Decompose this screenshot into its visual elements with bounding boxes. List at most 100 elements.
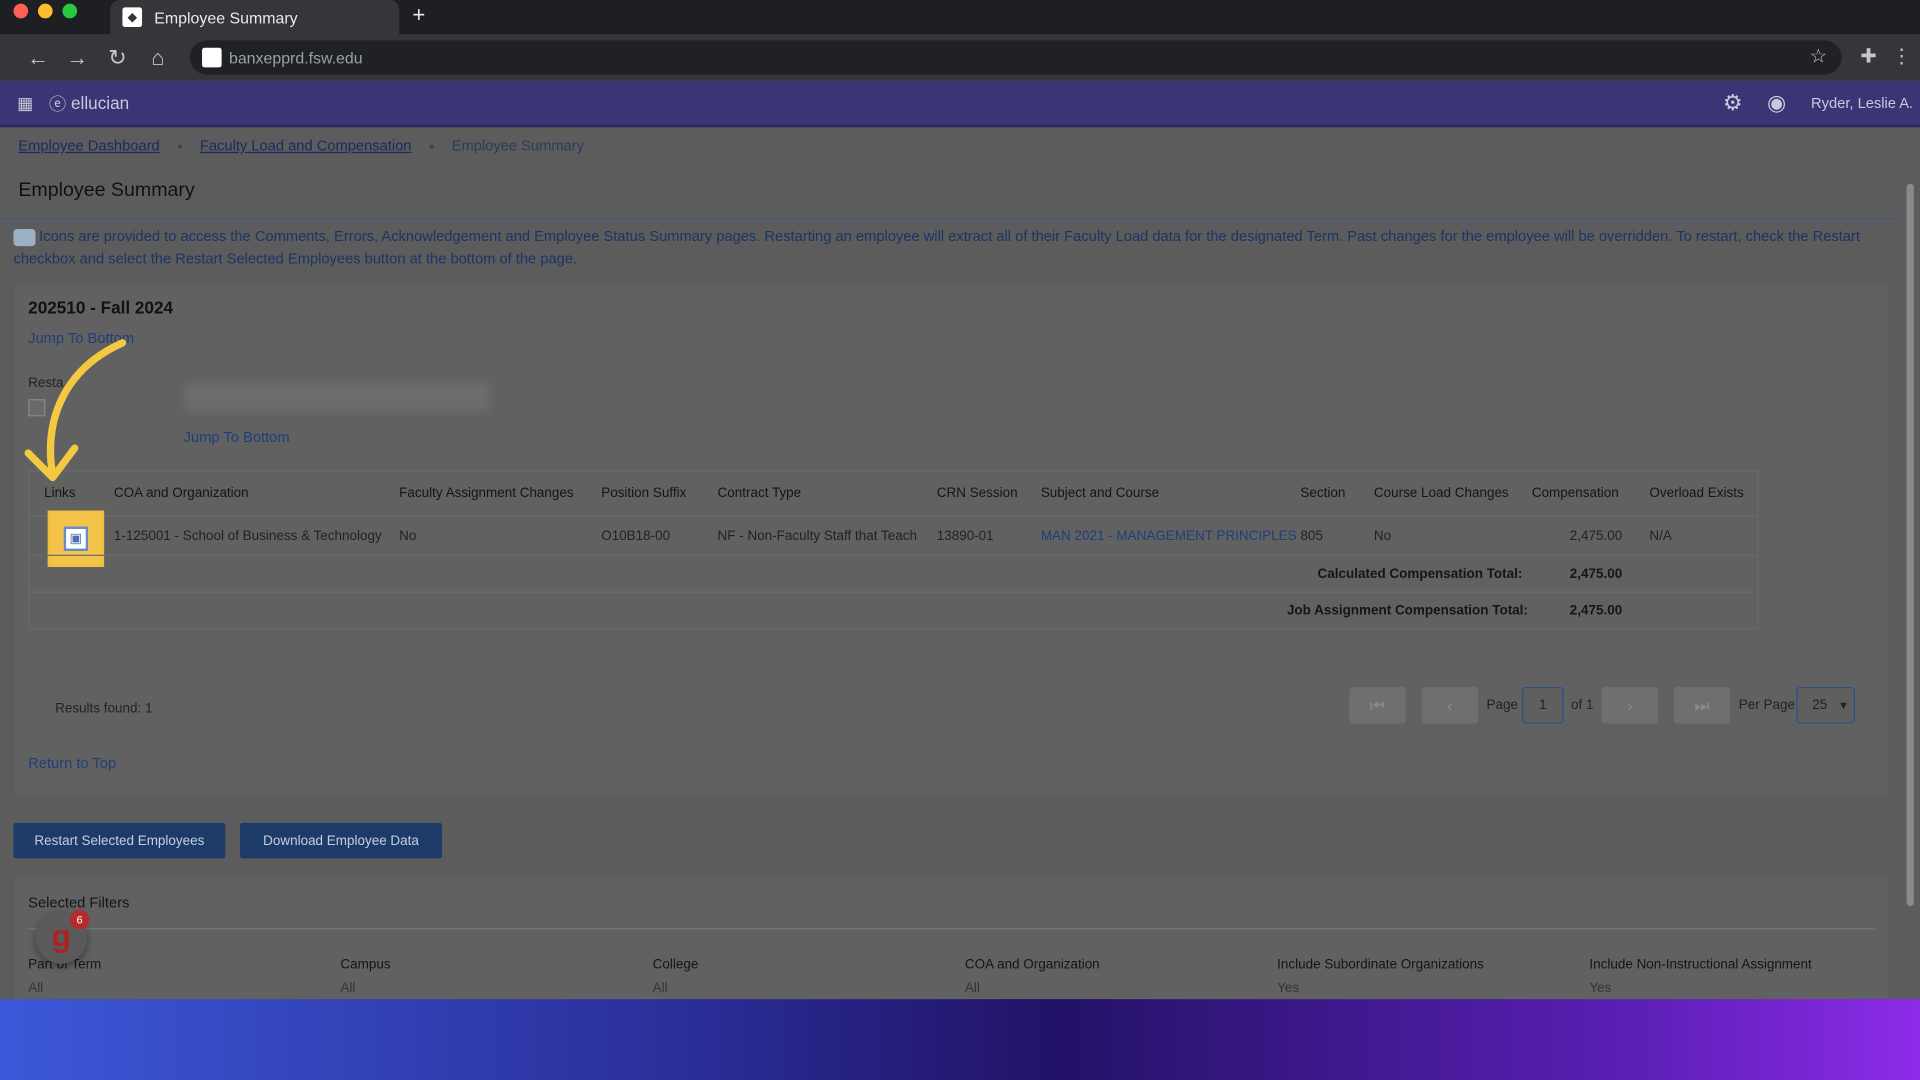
browser-toolbar: ← → ↻ ⌂ banxepprd.fsw.edu ☆ ✚ ⋮ — [0, 34, 1920, 81]
filter-value-college: All — [652, 980, 668, 996]
filter-value-subordinate: Yes — [1277, 980, 1300, 996]
filter-label-coa: COA and Organization — [964, 957, 1100, 973]
breadcrumb: Employee Dashboard ● Faculty Load and Co… — [18, 137, 584, 154]
address-bar[interactable]: banxepprd.fsw.edu — [189, 40, 1842, 75]
apps-grid-icon[interactable]: ▦ — [17, 93, 33, 114]
cell-overload: N/A — [1649, 528, 1672, 544]
breadcrumb-employee-dashboard[interactable]: Employee Dashboard — [18, 137, 159, 154]
assignments-table: Links COA and Organization Faculty Assig… — [28, 470, 1759, 630]
return-to-top-link[interactable]: Return to Top — [28, 754, 116, 771]
col-header-crn-session: CRN Session — [936, 486, 1018, 501]
filter-value-coa: All — [964, 980, 980, 996]
page-title: Employee Summary — [18, 180, 195, 201]
site-favicon-icon: ◆ — [122, 7, 143, 27]
chevron-down-icon: ▼ — [1838, 699, 1849, 712]
cell-section: 805 — [1300, 528, 1323, 544]
filter-value-non-instructional: Yes — [1589, 980, 1612, 996]
per-page-value: 25 — [1812, 697, 1828, 713]
col-header-compensation: Compensation — [1531, 486, 1619, 501]
title-divider — [0, 168, 1903, 220]
highlighted-link-icon-cell[interactable]: ▣ — [47, 510, 105, 567]
employee-status-summary-icon[interactable]: ▣ — [63, 526, 89, 552]
brand-name: ellucian — [71, 93, 130, 113]
cell-faculty-changes: No — [399, 528, 417, 544]
download-employee-data-button[interactable]: Download Employee Data — [240, 822, 443, 859]
filter-value-campus: All — [340, 980, 356, 996]
page-scrollbar[interactable] — [1904, 171, 1917, 1000]
col-header-faculty-changes: Faculty Assignment Changes — [399, 486, 574, 501]
previous-page-button[interactable]: ‹ — [1421, 686, 1478, 724]
filter-value-part-of-term: All — [28, 980, 44, 996]
tab-title: Employee Summary — [154, 7, 298, 27]
jump-to-bottom-link-2[interactable]: Jump To Bottom — [184, 429, 290, 446]
next-page-button[interactable]: › — [1601, 686, 1658, 724]
selected-filters-panel: Selected Filters Part of Term All Campus… — [14, 876, 1889, 1000]
breadcrumb-faculty-load[interactable]: Faculty Load and Compensation — [200, 137, 412, 154]
table-row-divider — [29, 591, 1758, 593]
page-number-input[interactable]: 1 — [1522, 686, 1564, 724]
per-page-label: Per Page — [1738, 697, 1795, 713]
filter-label-subordinate: Include Subordinate Organizations — [1277, 957, 1484, 973]
col-header-subject-course: Subject and Course — [1040, 486, 1160, 501]
browser-tab-bar: ◆ Employee Summary + — [0, 0, 1920, 35]
job-total-label: Job Assignment Compensation Total: — [1286, 603, 1528, 619]
app-header: ▦ ⓔ ellucian ⚙ ◉ Ryder, Leslie A. — [0, 80, 1920, 128]
blurred-employee-name — [183, 382, 490, 412]
user-name[interactable]: Ryder, Leslie A. — [1811, 94, 1913, 111]
page-of-count: of 1 — [1571, 697, 1594, 713]
term-panel: 202510 - Fall 2024 Jump To Bottom Resta … — [14, 284, 1889, 796]
cell-position-suffix: O10B18-00 — [601, 528, 671, 544]
page-content: Employee Dashboard ● Faculty Load and Co… — [0, 127, 1920, 1000]
col-header-overload: Overload Exists — [1649, 486, 1744, 501]
results-count: Results found: 1 — [55, 701, 153, 717]
filter-label-college: College — [652, 957, 699, 973]
per-page-select[interactable]: 25 ▼ — [1796, 686, 1856, 724]
scrollbar-thumb[interactable] — [1906, 183, 1914, 907]
col-header-position-suffix: Position Suffix — [601, 486, 687, 501]
col-header-contract-type: Contract Type — [717, 486, 802, 501]
page-label: Page — [1486, 697, 1519, 713]
table-row-divider — [29, 554, 1758, 556]
calc-total-value: 2,475.00 — [1569, 566, 1623, 582]
url-text: banxepprd.fsw.edu — [228, 48, 363, 67]
maximize-window-button[interactable] — [62, 3, 78, 19]
calc-total-label: Calculated Compensation Total: — [1317, 566, 1523, 582]
last-page-button[interactable]: ⏭ — [1673, 686, 1731, 724]
filter-label-non-instructional: Include Non-Instructional Assignment — [1589, 957, 1812, 973]
cell-course-load-changes: No — [1373, 528, 1392, 544]
bottom-gradient-banner — [0, 999, 1920, 1080]
home-icon[interactable]: ⌂ — [144, 44, 171, 71]
browser-menu-icon[interactable]: ⋮ — [1888, 44, 1915, 71]
bookmark-star-icon[interactable]: ☆ — [1805, 44, 1832, 71]
filters-divider — [28, 928, 1875, 930]
user-avatar-icon[interactable]: ◉ — [1767, 91, 1786, 117]
site-favicon-icon — [202, 47, 222, 68]
close-window-button[interactable] — [13, 3, 29, 19]
subject-course-link[interactable]: MAN 2021 - MANAGEMENT PRINCIPLES — [1041, 529, 1297, 544]
reload-icon[interactable]: ↻ — [104, 44, 131, 71]
filters-title: Selected Filters — [28, 893, 130, 912]
forward-icon[interactable]: → — [64, 44, 91, 71]
cell-coa: 1-125001 - School of Business & Technolo… — [113, 528, 382, 544]
minimize-window-button[interactable] — [37, 3, 53, 19]
cell-contract-type: NF - Non-Faculty Staff that Teach — [717, 528, 917, 544]
settings-gear-icon[interactable]: ⚙ — [1723, 91, 1743, 117]
back-icon[interactable]: ← — [24, 44, 51, 71]
info-text: Icons are provided to access the Comment… — [13, 227, 1860, 267]
cell-compensation: 2,475.00 — [1569, 528, 1623, 544]
new-tab-button[interactable]: + — [408, 2, 430, 28]
term-heading: 202510 - Fall 2024 — [28, 297, 174, 318]
breadcrumb-current: Employee Summary — [451, 137, 584, 155]
breadcrumb-separator: ● — [176, 140, 183, 152]
col-header-course-load-changes: Course Load Changes — [1373, 486, 1509, 501]
cell-crn-session: 13890-01 — [936, 528, 994, 544]
table-row-divider — [29, 515, 1758, 517]
restart-selected-employees-button[interactable]: Restart Selected Employees — [13, 822, 226, 859]
col-header-section: Section — [1300, 486, 1346, 501]
extensions-icon[interactable]: ✚ — [1855, 44, 1882, 71]
browser-tab[interactable]: ◆ Employee Summary — [110, 0, 400, 35]
guide-notification-badge: 6 — [69, 909, 90, 930]
info-message: Icons are provided to access the Comment… — [13, 225, 1886, 269]
first-page-button[interactable]: ⏮ — [1349, 686, 1406, 724]
filter-label-campus: Campus — [340, 957, 391, 973]
